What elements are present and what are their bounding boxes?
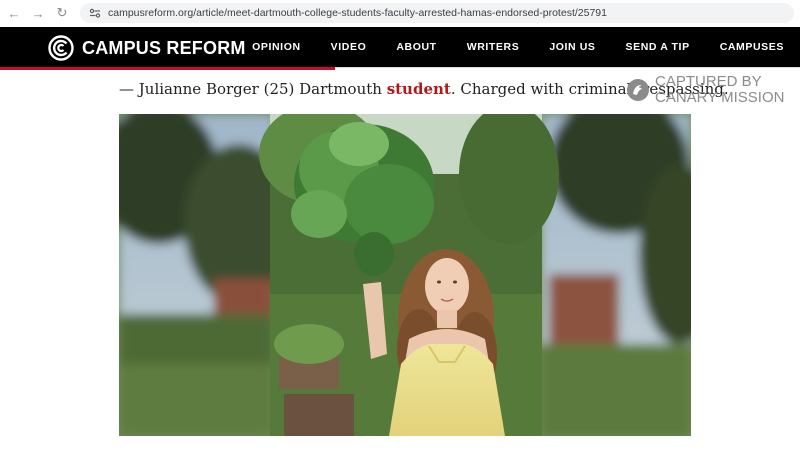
main-nav: OPINION VIDEO ABOUT WRITERS JOIN US SEND… — [222, 27, 784, 67]
nav-join-us[interactable]: JOIN US — [549, 41, 595, 53]
watermark-line-2: CANARY MISSION — [655, 89, 785, 106]
person-holding-kale-photo — [119, 114, 691, 436]
nav-about[interactable]: ABOUT — [396, 41, 436, 53]
address-bar[interactable]: campusreform.org/article/meet-dartmouth-… — [80, 3, 794, 23]
nav-send-a-tip[interactable]: SEND A TIP — [626, 41, 690, 53]
site-header: CAMPUS REFORM OPINION VIDEO ABOUT WRITER… — [0, 27, 800, 67]
forward-arrow-icon[interactable]: → — [28, 3, 48, 23]
header-accent-bar — [0, 67, 335, 70]
back-arrow-icon[interactable]: ← — [4, 3, 24, 23]
watermark-text: CAPTURED BY CANARY MISSION — [655, 74, 784, 106]
caption-prefix: — Julianne Borger (25) Dartmouth — [119, 80, 387, 98]
url-text[interactable]: campusreform.org/article/meet-dartmouth-… — [108, 7, 607, 19]
canary-bird-icon — [627, 79, 649, 101]
caption-highlight-link[interactable]: student — [387, 80, 451, 98]
watermark-line-1: CAPTURED BY — [655, 73, 762, 90]
site-logo[interactable]: CAMPUS REFORM — [48, 35, 246, 61]
browser-toolbar: ← → ↻ campusreform.org/article/meet-dart… — [0, 0, 800, 26]
reload-icon[interactable]: ↻ — [52, 3, 72, 23]
logo-text: CAMPUS REFORM — [82, 37, 246, 58]
nav-video[interactable]: VIDEO — [331, 41, 367, 53]
canary-mission-watermark: CAPTURED BY CANARY MISSION — [626, 74, 784, 106]
campus-reform-logo-icon — [48, 35, 74, 61]
article-photo — [119, 114, 691, 436]
header-divider — [335, 67, 800, 68]
nav-opinion[interactable]: OPINION — [252, 41, 301, 53]
nav-writers[interactable]: WRITERS — [467, 41, 520, 53]
site-info-icon[interactable] — [88, 6, 102, 20]
nav-campuses[interactable]: CAMPUSES — [720, 41, 784, 53]
